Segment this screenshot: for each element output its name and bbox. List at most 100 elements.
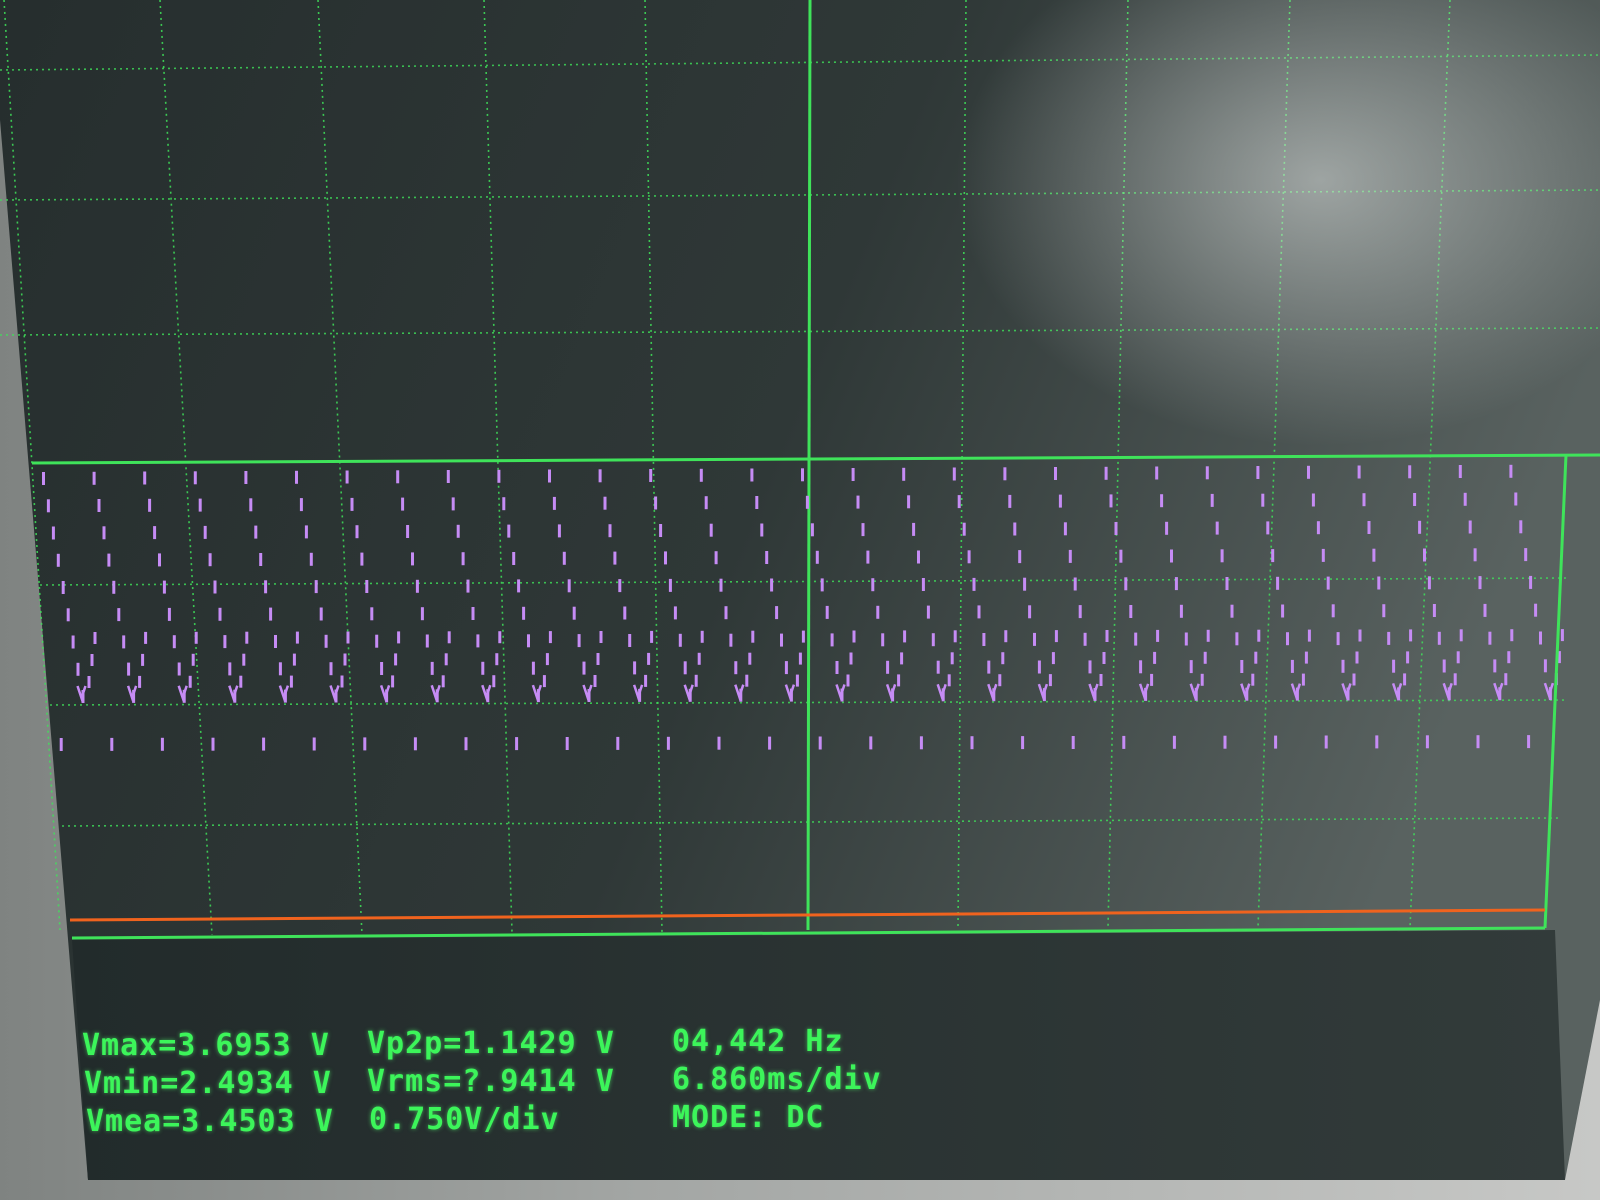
trace-dash [304, 525, 308, 539]
trace-dash [1458, 465, 1462, 478]
trace-dash [1189, 660, 1193, 674]
trace-dash [1493, 659, 1497, 673]
trace-dash [375, 634, 379, 648]
trace-dash [1170, 549, 1173, 563]
vrms-readout: Vrms=?.9414 V [367, 1064, 615, 1099]
trace-dash [1033, 632, 1036, 646]
vmin-readout: Vmin=2.4934 V [84, 1066, 332, 1101]
trace-dash [117, 608, 121, 622]
trace-dash [861, 523, 865, 537]
trace-dash [397, 631, 401, 644]
trace-dash [46, 499, 50, 513]
trace-dash [1529, 575, 1533, 589]
trace-dash [1203, 651, 1207, 664]
trace-dash [444, 653, 448, 666]
trace-dash [548, 631, 552, 644]
trace-dash [1367, 521, 1371, 534]
trace-dash [921, 578, 925, 591]
trace-dash [768, 736, 772, 750]
trace-dash [1274, 735, 1278, 749]
vmax-readout: Vmax=3.6953 V [82, 1028, 330, 1063]
trace-dash [76, 662, 80, 676]
trace-dash [647, 652, 651, 665]
trace-dash [673, 606, 677, 620]
trace-dash [1220, 549, 1224, 563]
trace-dash [598, 469, 602, 483]
trace-dash [1122, 735, 1126, 749]
trace-dash [1406, 651, 1410, 664]
trace-dash [818, 736, 822, 750]
trace-dash [415, 579, 419, 593]
trace-dash [1453, 673, 1457, 686]
trace-dash [714, 551, 718, 565]
trace-dash [451, 497, 455, 511]
trace-dash [1290, 659, 1294, 673]
trace-dash [852, 630, 856, 643]
trace-dash [699, 468, 703, 482]
trace-dash [1418, 520, 1422, 534]
trace-dash [1527, 735, 1531, 749]
trace-dash [952, 467, 956, 481]
trace-dash [396, 470, 400, 484]
trace-dash [678, 633, 682, 647]
trace-dash [269, 607, 273, 621]
trace-dash [820, 578, 824, 592]
trace-dash [1456, 651, 1460, 664]
trace-dash [936, 660, 940, 674]
trace-dash [1013, 522, 1017, 536]
trace-dash [917, 550, 920, 564]
trace-dash [1281, 604, 1285, 618]
trace-dash [59, 738, 63, 751]
trace-dash [522, 606, 526, 620]
trace-dash [1307, 629, 1311, 642]
trace-dash [1423, 548, 1426, 562]
trace-dash [608, 524, 612, 538]
trace-dash [1018, 550, 1022, 564]
trace-dash [700, 630, 704, 643]
trace-dash [1392, 659, 1396, 673]
trace-dash [188, 675, 192, 688]
trace-dash [1286, 632, 1289, 646]
trace-dash [319, 607, 323, 621]
trace-dash [324, 634, 328, 648]
trace-dash [172, 635, 176, 649]
vp2p-readout: Vp2p=1.1429 V [367, 1026, 615, 1061]
trace-dash [919, 736, 923, 750]
trace-dash [1139, 660, 1143, 674]
trace-dash [666, 736, 670, 750]
trace-dash [1021, 736, 1025, 750]
trace-dash [228, 662, 232, 676]
trace-dash [512, 552, 516, 565]
trace-dash [1114, 522, 1118, 535]
trace-dash [1054, 630, 1058, 643]
trace-dash [430, 661, 434, 675]
trace-dash [481, 661, 485, 675]
trace-dash [907, 495, 911, 509]
trace-dash [775, 606, 779, 620]
trace-dash [1307, 465, 1310, 479]
trace-dash [977, 605, 981, 619]
trace-dash [1257, 629, 1261, 642]
trace-dash [871, 578, 875, 592]
trace-dash [987, 660, 991, 674]
trace-dash [1104, 466, 1108, 480]
trace-dash [218, 607, 222, 621]
trace-dash [953, 630, 957, 643]
trace-dash [345, 470, 349, 484]
trace-dash [1008, 494, 1012, 508]
trace-dash [380, 662, 384, 675]
trace-dash [274, 635, 277, 648]
trace-dash [127, 662, 131, 676]
trace-dash [1054, 467, 1057, 480]
trace-dash [1223, 735, 1227, 749]
trace-dash [825, 605, 829, 619]
trace-dash [340, 675, 344, 688]
trace-dash [259, 553, 263, 566]
trace-dash [697, 652, 701, 665]
trace-dash [90, 654, 94, 666]
trace-dash [616, 736, 620, 750]
trace-dash [1442, 659, 1446, 673]
trace-dash [902, 467, 906, 481]
trace-dash [239, 675, 243, 688]
trace-dash [441, 675, 445, 688]
